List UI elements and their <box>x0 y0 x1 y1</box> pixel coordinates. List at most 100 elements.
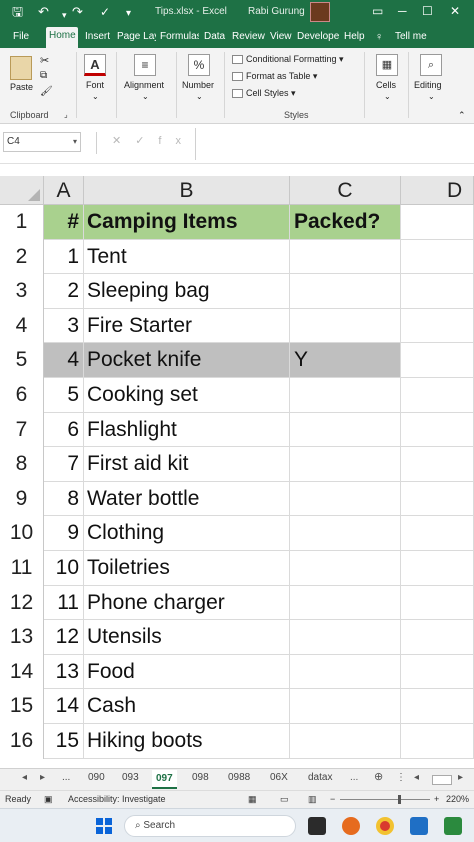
conditional-formatting-button[interactable]: Conditional Formatting ▾ <box>232 54 344 65</box>
macro-record-icon[interactable]: ▣ <box>44 794 53 805</box>
accessibility-status[interactable]: Accessibility: Investigate <box>68 794 166 804</box>
cell-d[interactable] <box>401 585 474 620</box>
user-name[interactable]: Rabi Gurung <box>248 6 305 17</box>
cells-icon[interactable]: ▦ <box>376 54 398 76</box>
column-header-b[interactable]: B <box>84 176 290 205</box>
tell-me-search[interactable]: Tell me <box>392 28 430 48</box>
format-as-table-button[interactable]: Format as Table ▾ <box>232 71 317 82</box>
row-header[interactable]: 9 <box>0 481 44 517</box>
cell-c[interactable] <box>290 585 401 620</box>
cell-c[interactable] <box>290 724 401 758</box>
cell-b[interactable]: Tent <box>84 239 290 274</box>
font-chevron-icon[interactable]: ⌄ <box>92 92 99 101</box>
cell-d[interactable] <box>401 481 474 516</box>
row-header[interactable]: 11 <box>0 551 44 586</box>
font-button[interactable]: Font <box>86 80 104 90</box>
page-break-view-icon[interactable]: ▥ <box>308 794 317 805</box>
ribbon-display-icon[interactable]: ▭ <box>372 4 383 18</box>
undo-icon[interactable]: ↶ <box>38 4 49 20</box>
cell-b[interactable]: Fire Starter <box>84 308 290 343</box>
cells-button[interactable]: Cells <box>376 80 396 90</box>
more-sheets-icon[interactable]: ... <box>350 772 358 783</box>
cell-a[interactable]: 4 <box>44 343 84 377</box>
restore-icon[interactable]: ☐ <box>422 4 433 18</box>
cell-b[interactable]: Camping Items <box>84 205 290 239</box>
worksheet-grid[interactable]: A B C D 1 # Camping Items Packed? 2 1 Tent 3 2 Sl… <box>0 164 474 768</box>
cell-c[interactable]: Packed? <box>290 205 401 239</box>
cell-b[interactable]: Cash <box>84 689 290 723</box>
cell-c[interactable] <box>290 274 401 308</box>
row-header[interactable]: 4 <box>0 308 44 344</box>
cell-a[interactable]: 7 <box>44 447 84 481</box>
collapse-ribbon-icon[interactable]: ⌃ <box>458 110 466 121</box>
cell-a[interactable]: 10 <box>44 551 84 585</box>
start-icon[interactable] <box>96 818 112 834</box>
tab-developer[interactable]: Develope <box>294 28 340 48</box>
cell-b[interactable]: Phone charger <box>84 585 290 620</box>
copy-icon[interactable]: ⧉ <box>40 70 47 81</box>
scroll-right-icon[interactable]: ▸ <box>40 772 45 783</box>
cell-a[interactable]: 3 <box>44 308 84 343</box>
name-box[interactable]: C4 ▾ <box>3 132 81 152</box>
chrome-icon[interactable] <box>376 817 394 835</box>
tab-view[interactable]: View <box>267 28 295 48</box>
cell-c[interactable]: Y <box>290 343 401 377</box>
formula-input[interactable] <box>195 128 474 160</box>
row-header[interactable]: 8 <box>0 447 44 482</box>
row-header[interactable]: 13 <box>0 620 44 655</box>
cell-d[interactable] <box>401 274 474 308</box>
minimize-icon[interactable]: ─ <box>398 4 407 18</box>
page-layout-view-icon[interactable]: ▭ <box>280 794 289 805</box>
cell-d[interactable] <box>401 378 474 412</box>
row-header[interactable]: 12 <box>0 585 44 621</box>
font-icon[interactable]: A <box>84 54 106 76</box>
tab-home[interactable]: Home <box>46 27 78 48</box>
cell-b[interactable]: Utensils <box>84 620 290 654</box>
cell-d[interactable] <box>401 689 474 723</box>
zoom-level[interactable]: 220% <box>446 794 469 804</box>
tab-split-icon[interactable]: ⋮ <box>396 772 406 783</box>
row-header[interactable]: 2 <box>0 239 44 275</box>
cell-d[interactable] <box>401 724 474 758</box>
task-view-icon[interactable] <box>308 817 326 835</box>
clipboard-launcher-icon[interactable]: ⌟ <box>64 110 68 119</box>
row-header[interactable]: 6 <box>0 378 44 413</box>
cell-a[interactable]: 14 <box>44 689 84 723</box>
cell-c[interactable] <box>290 239 401 274</box>
store-icon[interactable] <box>410 817 428 835</box>
cell-a[interactable]: 6 <box>44 412 84 447</box>
sheet-tab-more[interactable]: ... <box>62 772 70 783</box>
tab-file[interactable]: File <box>10 28 32 48</box>
cell-d[interactable] <box>401 239 474 274</box>
cell-a[interactable]: 13 <box>44 654 84 689</box>
cell-c[interactable] <box>290 308 401 343</box>
hscroll-right-icon[interactable]: ▸ <box>458 772 463 783</box>
cell-a[interactable]: 8 <box>44 481 84 516</box>
cell-c[interactable] <box>290 378 401 412</box>
cell-c[interactable] <box>290 447 401 481</box>
cell-d[interactable] <box>401 620 474 654</box>
paste-button[interactable]: Paste <box>10 82 33 92</box>
cell-a[interactable]: 1 <box>44 239 84 274</box>
tab-insert[interactable]: Insert <box>82 28 113 48</box>
alignment-button[interactable]: Alignment <box>124 80 164 90</box>
row-header[interactable]: 5 <box>0 343 44 378</box>
save-icon[interactable]: 🖫 <box>12 4 23 20</box>
tab-help[interactable]: Help <box>341 28 368 48</box>
horizontal-scrollbar[interactable] <box>432 775 452 785</box>
row-header[interactable]: 3 <box>0 274 44 309</box>
cell-a[interactable]: 11 <box>44 585 84 620</box>
undo-dropdown-icon[interactable]: ▾ <box>62 7 67 23</box>
avatar[interactable] <box>310 2 330 22</box>
cell-b[interactable]: Water bottle <box>84 481 290 516</box>
percent-icon[interactable]: % <box>188 54 210 76</box>
cell-c[interactable] <box>290 654 401 689</box>
cells-chevron-icon[interactable]: ⌄ <box>384 92 391 101</box>
hscroll-left-icon[interactable]: ◂ <box>414 772 419 783</box>
cell-d[interactable] <box>401 447 474 481</box>
cell-b[interactable]: Food <box>84 654 290 689</box>
cell-d[interactable] <box>401 412 474 447</box>
tab-page-layout[interactable]: Page Lay <box>114 28 156 48</box>
customize-qat-icon[interactable]: ▾ <box>126 6 131 22</box>
taskbar-search[interactable]: ⌕ Search <box>124 815 296 837</box>
